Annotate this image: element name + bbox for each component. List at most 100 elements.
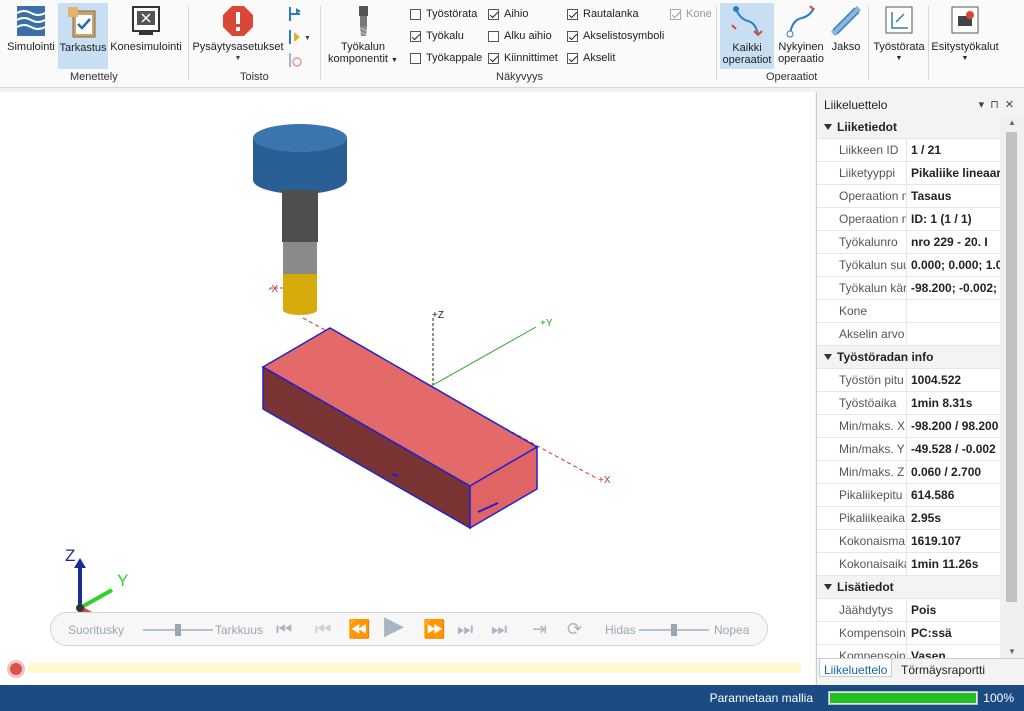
fast-forward-icon[interactable]: ⏩ bbox=[423, 619, 445, 639]
checkbox-box[interactable] bbox=[567, 8, 578, 20]
section-header[interactable]: Lisätiedot bbox=[817, 576, 1001, 599]
property-row[interactable]: Jäähdytys Pois bbox=[817, 599, 1001, 622]
checkbox-box[interactable] bbox=[488, 30, 499, 42]
konesimulointi-button[interactable]: Konesimulointi bbox=[108, 4, 184, 66]
property-row[interactable]: Kone bbox=[817, 300, 1001, 323]
property-row[interactable]: Työstöaika 1min 8.31s bbox=[817, 392, 1001, 415]
checkbox-alku-aihio[interactable]: Alku aihio bbox=[488, 30, 552, 42]
property-value: Tasaus bbox=[911, 189, 952, 203]
next-op-icon[interactable]: ⏭ bbox=[457, 619, 473, 639]
slider-thumb[interactable] bbox=[671, 624, 677, 636]
property-row[interactable]: Kokonaisma 1619.107 bbox=[817, 530, 1001, 553]
checkbox-box[interactable] bbox=[488, 52, 499, 64]
checkbox-kone[interactable]: Kone bbox=[670, 8, 712, 20]
first-move-icon[interactable]: ⏮ bbox=[276, 619, 292, 639]
separator bbox=[320, 6, 321, 80]
3d-viewport[interactable]: +Z +Y +X -X Z Y X bbox=[0, 92, 815, 686]
checkbox-label: Työstörata bbox=[426, 8, 478, 20]
property-key: Työkalunro bbox=[817, 231, 907, 253]
scroll-down-icon[interactable]: ▼ bbox=[1008, 647, 1016, 656]
property-row[interactable]: Min/maks. Z 0.060 / 2.700 bbox=[817, 461, 1001, 484]
property-row[interactable]: Kompensoin PC:ssä bbox=[817, 622, 1001, 645]
scrollbar[interactable]: ▲ ▼ bbox=[1000, 116, 1024, 658]
checkbox-akselit[interactable]: Akselit bbox=[567, 52, 615, 64]
tyokalun-komponentit-button[interactable]: Työkalun komponentit ▼ bbox=[326, 4, 400, 70]
last-move-icon[interactable]: ⏭ bbox=[491, 619, 507, 639]
checkbox-tyostorata[interactable]: Työstörata bbox=[410, 8, 477, 20]
checkbox-box[interactable] bbox=[670, 8, 681, 20]
dropdown-icon[interactable]: ▾ bbox=[979, 99, 991, 111]
pin-icon[interactable]: ⊓ bbox=[990, 99, 1005, 111]
checkbox-tyokappale[interactable]: Työkappale bbox=[410, 52, 482, 64]
checkbox-box[interactable] bbox=[410, 8, 421, 20]
property-row[interactable]: Pikaliikepitu 614.586 bbox=[817, 484, 1001, 507]
checkbox-box[interactable] bbox=[488, 8, 499, 20]
property-row[interactable]: Työkalun suu 0.000; 0.000; 1.0 bbox=[817, 254, 1001, 277]
checkbox-label: Kiinnittimet bbox=[504, 52, 558, 64]
property-row[interactable]: Työkalun kär -98.200; -0.002; bbox=[817, 277, 1001, 300]
tool-tip bbox=[283, 274, 317, 315]
property-row[interactable]: Työkalunro nro 229 - 20. I bbox=[817, 231, 1001, 254]
property-row[interactable]: Liiketyyppi Pikaliike lineaar bbox=[817, 162, 1001, 185]
esitystyokalut-button[interactable]: Esitystyökalut ▼ bbox=[930, 4, 1000, 70]
property-row[interactable]: Työstön pitu 1004.522 bbox=[817, 369, 1001, 392]
slider-thumb[interactable] bbox=[175, 624, 181, 636]
property-row[interactable]: Operaation n ID: 1 (1 / 1) bbox=[817, 208, 1001, 231]
nykyinen-operaatio-button[interactable]: Nykyinen operaatio bbox=[774, 4, 828, 70]
timeline[interactable] bbox=[0, 660, 815, 682]
kaikki-operaatiot-button[interactable]: Kaikki operaatiot bbox=[720, 3, 774, 69]
rewind-icon[interactable]: ⏪ bbox=[348, 619, 370, 639]
tyostorata-button[interactable]: Työstörata ▼ bbox=[871, 4, 927, 70]
property-value: Vasen bbox=[911, 649, 946, 658]
status-text: Parannetaan mallia bbox=[709, 691, 813, 705]
timeline-handle[interactable] bbox=[7, 660, 25, 678]
scene[interactable]: +Z +Y +X -X Z Y X bbox=[0, 92, 815, 686]
tab-tormaysraportti[interactable]: Törmäysraportti bbox=[897, 663, 989, 681]
triad-label-z: Z bbox=[65, 546, 75, 565]
property-value: Pikaliike lineaar bbox=[911, 166, 1001, 180]
property-row[interactable]: Liikkeen ID 1 / 21 bbox=[817, 139, 1001, 162]
checkbox-label: Työkalu bbox=[426, 30, 464, 42]
step-forward-icon[interactable] bbox=[284, 5, 304, 23]
play-icon[interactable]: ▶ bbox=[384, 612, 404, 638]
checkbox-akselistosymboli[interactable]: Akselistosymboli bbox=[567, 30, 664, 42]
property-row[interactable]: Kompensoin Vasen bbox=[817, 645, 1001, 658]
property-row[interactable]: Pikaliikeaika 2.95s bbox=[817, 507, 1001, 530]
scroll-up-icon[interactable]: ▲ bbox=[1008, 118, 1016, 127]
checkbox-box[interactable] bbox=[410, 52, 421, 64]
panel-controls: ▾⊓✕ bbox=[979, 98, 1020, 111]
property-value: Pois bbox=[911, 603, 937, 617]
tab-liikeluettelo[interactable]: Liikeluettelo bbox=[819, 659, 893, 677]
scrollbar-thumb[interactable] bbox=[1006, 132, 1017, 602]
section-header[interactable]: Työstöradan info bbox=[817, 346, 1001, 369]
property-row[interactable]: Kokonaisaika 1min 11.26s bbox=[817, 553, 1001, 576]
checkbox-box[interactable] bbox=[567, 30, 578, 42]
tarkastus-button[interactable]: Tarkastus bbox=[58, 3, 108, 69]
pysaytysasetukset-button[interactable]: Pysäytysasetukset ▼ bbox=[192, 4, 284, 66]
property-key: Akselin arvo bbox=[817, 323, 907, 345]
prev-op-icon[interactable]: ⏮ bbox=[315, 619, 331, 639]
checkbox-aihio[interactable]: Aihio bbox=[488, 8, 528, 20]
step-tool-icon[interactable]: ▼ bbox=[284, 28, 310, 46]
jakso-button[interactable]: Jakso bbox=[828, 4, 864, 66]
simulointi-button[interactable]: Simulointi bbox=[4, 4, 58, 66]
performance-slider[interactable] bbox=[143, 624, 213, 636]
checkbox-tyokalu[interactable]: Työkalu bbox=[410, 30, 464, 42]
property-row[interactable]: Akselin arvo bbox=[817, 323, 1001, 346]
close-icon[interactable]: ✕ bbox=[1005, 99, 1020, 111]
property-row[interactable]: Min/maks. X -98.200 / 98.200 bbox=[817, 415, 1001, 438]
property-row[interactable]: Operaation n Tasaus bbox=[817, 185, 1001, 208]
property-row[interactable]: Min/maks. Y -49.528 / -0.002 bbox=[817, 438, 1001, 461]
checkbox-kiinnittimet[interactable]: Kiinnittimet bbox=[488, 52, 558, 64]
checkbox-box[interactable] bbox=[567, 52, 578, 64]
waves-icon bbox=[16, 6, 46, 36]
loop-icon[interactable]: ⟳ bbox=[567, 619, 582, 639]
section-header[interactable]: Liiketiedot bbox=[817, 116, 1001, 139]
chevron-down-icon: ▼ bbox=[895, 55, 903, 62]
speed-slider[interactable] bbox=[639, 624, 709, 636]
checkbox-rautalanka[interactable]: Rautalanka bbox=[567, 8, 639, 20]
checkbox-box[interactable] bbox=[410, 30, 421, 42]
timeline-bar[interactable] bbox=[28, 663, 801, 673]
step-plus-icon[interactable]: ⇥ bbox=[532, 619, 547, 639]
step-collision-icon[interactable] bbox=[284, 51, 304, 69]
